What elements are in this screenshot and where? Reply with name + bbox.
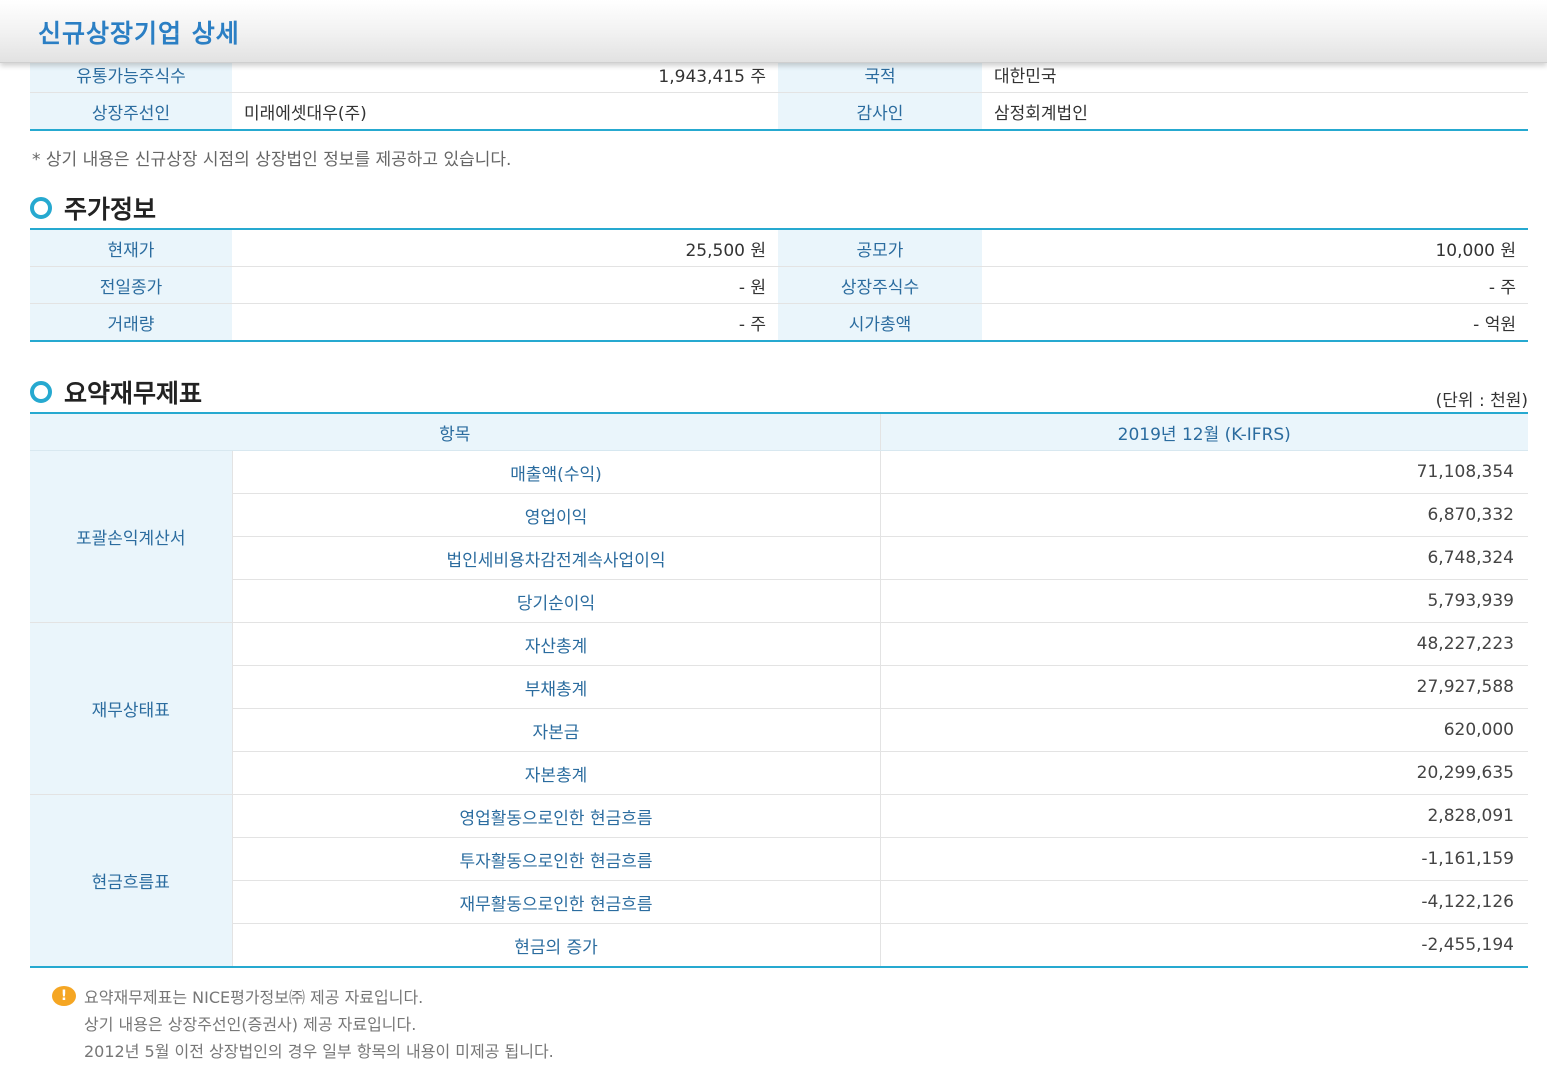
footnote-line: 2012년 5월 이전 상장법인의 경우 일부 항목의 내용이 미제공 됩니다. xyxy=(84,1042,554,1061)
price-section-title: 주가정보 xyxy=(64,195,157,224)
info-label: 감사인 xyxy=(778,92,982,131)
table-header-row: 항목 2019년 12월 (K-IFRS) xyxy=(30,413,1528,451)
price-section-header: 주가정보 xyxy=(30,188,1528,228)
table-row: 재무활동으로인한 현금흐름 -4,122,126 xyxy=(30,880,1528,924)
item-value: -1,161,159 xyxy=(880,837,1528,881)
item-label: 투자활동으로인한 현금흐름 xyxy=(232,837,881,881)
footnote-line: ! 요약재무제표는 NICE평가정보㈜ 제공 자료입니다. xyxy=(52,984,1528,1011)
fin-section-header: 요약재무제표 (단위 : 천원) xyxy=(30,372,1528,412)
item-label: 부채총계 xyxy=(232,665,881,709)
fin-section-title: 요약재무제표 xyxy=(64,379,203,408)
price-label: 상장주식수 xyxy=(778,266,982,304)
page-header: 신규상장기업 상세 xyxy=(0,0,1547,63)
price-row: 전일종가 - 원 상장주식수 - 주 xyxy=(30,266,1528,304)
item-label: 자본총계 xyxy=(232,751,881,795)
item-value: 20,299,635 xyxy=(880,751,1528,795)
item-label: 당기순이익 xyxy=(232,579,881,623)
item-label: 매출액(수익) xyxy=(232,450,881,494)
section-bullet-icon xyxy=(30,197,52,219)
price-info-table: 현재가 25,500 원 공모가 10,000 원 전일종가 - 원 상장주식수 - 주 거래량… xyxy=(30,228,1528,342)
item-label: 영업이익 xyxy=(232,493,881,537)
item-value: 6,748,324 xyxy=(880,536,1528,580)
item-label: 자본금 xyxy=(232,708,881,752)
item-value: -4,122,126 xyxy=(880,880,1528,924)
item-label: 재무활동으로인한 현금흐름 xyxy=(232,880,881,924)
info-row: 상장주선인 미래에셋대우(주) 감사인 삼정회계법인 xyxy=(30,92,1528,131)
footnotes: ! 요약재무제표는 NICE평가정보㈜ 제공 자료입니다. 상기 내용은 상장주… xyxy=(52,984,1528,1065)
price-label: 전일종가 xyxy=(30,266,232,304)
price-value: - 주 xyxy=(982,266,1528,304)
item-value: 71,108,354 xyxy=(880,450,1528,494)
footnote-line: 상기 내용은 상장주선인(증권사) 제공 자료입니다. xyxy=(84,1015,417,1034)
table-row: 포괄손익계산서 매출액(수익) 71,108,354 xyxy=(30,450,1528,623)
section-bullet-icon xyxy=(30,381,52,403)
unit-label: (단위 : 천원) xyxy=(1435,391,1528,411)
item-value: 48,227,223 xyxy=(880,622,1528,666)
page-title: 신규상장기업 상세 xyxy=(38,19,240,48)
table-row: 자본총계 20,299,635 xyxy=(30,751,1528,795)
price-row: 현재가 25,500 원 공모가 10,000 원 xyxy=(30,229,1528,267)
info-value: 미래에셋대우(주) xyxy=(232,92,778,131)
table-row: 부채총계 27,927,588 xyxy=(30,665,1528,709)
col-header-item: 항목 xyxy=(30,413,881,451)
item-value: 620,000 xyxy=(880,708,1528,752)
item-value: 5,793,939 xyxy=(880,579,1528,623)
price-value: 10,000 원 xyxy=(982,229,1528,267)
company-info-table: 유통가능주식수 1,943,415 주 국적 대한민국 상장주선인 미래에셋대우(주) 감사… xyxy=(30,56,1528,131)
item-label: 현금의 증가 xyxy=(232,923,881,968)
price-label: 현재가 xyxy=(30,229,232,267)
financial-summary-table: 항목 2019년 12월 (K-IFRS) 포괄손익계산서 매출액(수익) 71,1… xyxy=(30,412,1528,968)
price-value: - 주 xyxy=(232,303,778,342)
table-row: 재무상태표 자산총계 48,227,223 xyxy=(30,622,1528,795)
price-label: 시가총액 xyxy=(778,303,982,342)
col-header-period: 2019년 12월 (K-IFRS) xyxy=(880,413,1528,451)
warning-icon: ! xyxy=(52,986,76,1006)
item-value: 27,927,588 xyxy=(880,665,1528,709)
item-value: 6,870,332 xyxy=(880,493,1528,537)
price-value: - 원 xyxy=(232,266,778,304)
item-label: 영업활동으로인한 현금흐름 xyxy=(232,794,881,838)
price-value: 25,500 원 xyxy=(232,229,778,267)
table-row: 현금의 증가 -2,455,194 xyxy=(30,923,1528,968)
group-label: 포괄손익계산서 xyxy=(30,450,233,623)
info-value: 삼정회계법인 xyxy=(982,92,1528,131)
item-label: 자산총계 xyxy=(232,622,881,666)
table-row: 법인세비용차감전계속사업이익 6,748,324 xyxy=(30,536,1528,580)
company-info-note: * 상기 내용은 신규상장 시점의 상장법인 정보를 제공하고 있습니다. xyxy=(32,150,512,170)
price-label: 공모가 xyxy=(778,229,982,267)
info-label: 상장주선인 xyxy=(30,92,232,131)
item-value: 2,828,091 xyxy=(880,794,1528,838)
table-row: 영업이익 6,870,332 xyxy=(30,493,1528,537)
price-value: - 억원 xyxy=(982,303,1528,342)
group-label: 재무상태표 xyxy=(30,622,233,795)
main-content: 유통가능주식수 1,943,415 주 국적 대한민국 상장주선인 미래에셋대우(주) 감사… xyxy=(30,56,1528,1065)
item-label: 법인세비용차감전계속사업이익 xyxy=(232,536,881,580)
item-value: -2,455,194 xyxy=(880,923,1528,968)
table-row: 투자활동으로인한 현금흐름 -1,161,159 xyxy=(30,837,1528,881)
table-row: 현금흐름표 영업활동으로인한 현금흐름 2,828,091 xyxy=(30,794,1528,968)
table-row: 당기순이익 5,793,939 xyxy=(30,579,1528,623)
group-label: 현금흐름표 xyxy=(30,794,233,968)
price-label: 거래량 xyxy=(30,303,232,342)
table-row: 자본금 620,000 xyxy=(30,708,1528,752)
price-row: 거래량 - 주 시가총액 - 억원 xyxy=(30,303,1528,342)
